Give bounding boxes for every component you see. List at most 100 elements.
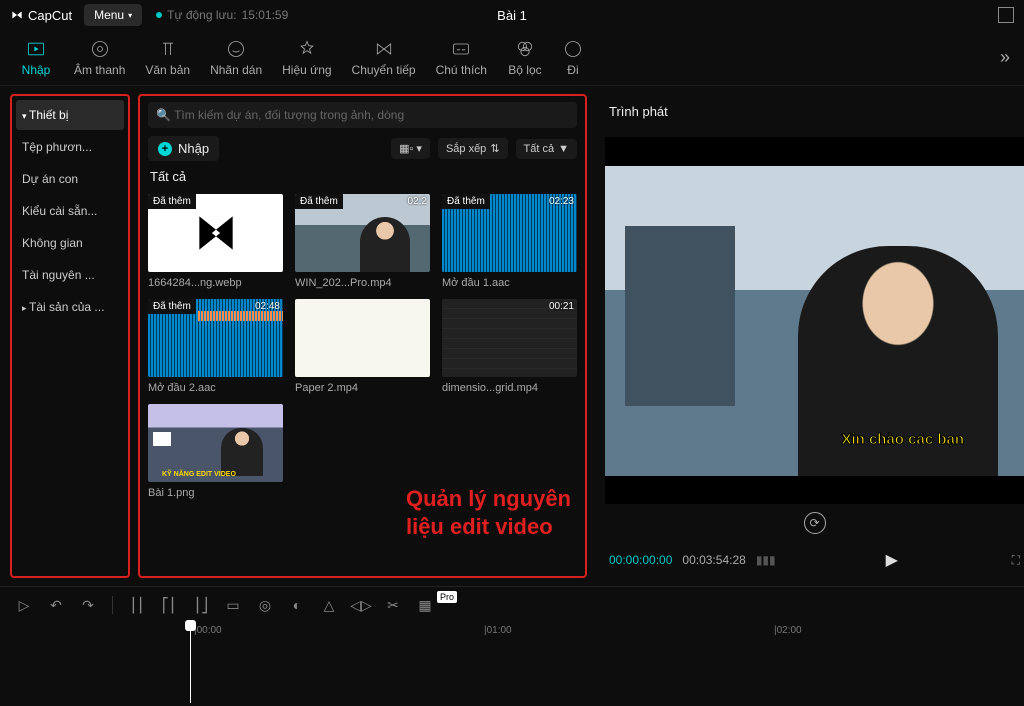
status-dot-icon <box>156 12 162 18</box>
media-name: dimensio...grid.mp4 <box>442 382 577 394</box>
added-badge: Đã thêm <box>148 194 196 209</box>
tab-label: Âm thanh <box>74 63 125 77</box>
time-ruler[interactable]: |00:00 |01:00 |02:00 <box>14 623 1010 643</box>
fullscreen-icon[interactable]: ⛶ <box>1012 553 1020 568</box>
media-item[interactable]: Paper 2.mp4 <box>295 299 430 394</box>
layout-icon[interactable] <box>998 7 1014 23</box>
tab-effect[interactable]: Hiệu ứng <box>272 33 341 83</box>
annotation-line: Quản lý nguyên <box>406 485 571 514</box>
media-name: Mở đầu 2.aac <box>148 382 283 394</box>
timeline: ▷ ↶ ↷ ⎮⎮ ⎡⎮ ⎮⎦ ▭ ◎ ◐ △ ◁▷ ✂ ▦ Pro |00:00… <box>0 586 1024 706</box>
media-item[interactable]: 00:21 dimensio...grid.mp4 <box>442 299 577 394</box>
delete-right-tool[interactable]: ⎮⎦ <box>187 591 215 619</box>
media-item[interactable]: Đã thêm 02:48 Mở đầu 2.aac <box>148 299 283 394</box>
tab-transition[interactable]: Chuyển tiếp <box>342 33 426 83</box>
playhead[interactable] <box>190 623 191 703</box>
media-item[interactable]: Đã thêm 1664284...ng.webp <box>148 194 283 289</box>
menu-label: Menu <box>94 8 124 22</box>
ruler-mark: |01:00 <box>484 625 512 636</box>
preview-controls: 00:00:00:00 00:03:54:28 ▮▮▮ ▶ ⛶ <box>605 542 1024 578</box>
tab-text[interactable]: Văn bản <box>135 33 200 83</box>
added-badge: Đã thêm <box>148 299 196 314</box>
timeline-toolbar: ▷ ↶ ↷ ⎮⎮ ⎡⎮ ⎮⎦ ▭ ◎ ◐ △ ◁▷ ✂ ▦ Pro <box>0 587 1024 623</box>
search-input[interactable]: 🔍 Tìm kiếm dự án, đối tượng trong ảnh, d… <box>148 102 577 128</box>
app-name: CapCut <box>28 8 72 23</box>
adjust-icon <box>563 39 583 59</box>
select-tool[interactable]: ▭ <box>219 591 247 619</box>
import-label: Nhập <box>178 141 209 156</box>
preview-title: Trình phát <box>605 94 1024 137</box>
media-item[interactable]: Đã thêm 02:23 Mở đầu 1.aac <box>442 194 577 289</box>
tab-adjust[interactable]: Đi <box>553 33 593 83</box>
sidebar-item-subproject[interactable]: Dự án con <box>16 164 124 194</box>
preview-panel: Trình phát Xin chào các bạn ⟳ 00:00:00:0… <box>595 86 1024 586</box>
media-item[interactable]: KỸ NĂNG EDIT VIDEO Bài 1.png <box>148 404 283 499</box>
view-mode-button[interactable]: ▦▫ ▾ <box>391 138 430 159</box>
sidebar-item-local[interactable]: Tệp phươn... <box>16 132 124 162</box>
title-bar: CapCut Menu ▾ Tự động lưu: 15:01:59 Bài … <box>0 0 1024 30</box>
sidebar-item-resources[interactable]: Tài nguyên ... <box>16 260 124 290</box>
sidebar-item-device[interactable]: Thiết bị <box>16 100 124 130</box>
delete-left-tool[interactable]: ⎡⎮ <box>155 591 183 619</box>
undo-button[interactable]: ↶ <box>42 591 70 619</box>
tab-sticker[interactable]: Nhãn dán <box>200 33 272 83</box>
sidebar-item-space[interactable]: Không gian <box>16 228 124 258</box>
sticker-icon <box>226 39 246 59</box>
tab-label: Nhãn dán <box>210 63 262 77</box>
annotation-line: liệu edit video <box>406 513 571 542</box>
tab-label: Bộ lọc <box>508 63 541 77</box>
more-tabs-button[interactable]: » <box>994 41 1016 74</box>
sort-button[interactable]: Sắp xếp ⇅ <box>438 138 508 159</box>
video-subtitle: Xin chào các bạn <box>841 431 964 448</box>
split-tool[interactable]: ⎮⎮ <box>123 591 151 619</box>
tab-label: Chuyển tiếp <box>352 63 416 77</box>
media-name: WIN_202...Pro.mp4 <box>295 277 430 289</box>
pointer-tool[interactable]: ▷ <box>10 591 38 619</box>
freeze-tool[interactable]: ▦ <box>411 591 439 619</box>
tab-import[interactable]: Nhập <box>8 33 64 83</box>
duration-label: 02:48 <box>255 301 280 312</box>
tab-label: Chú thích <box>436 63 487 77</box>
added-badge: Đã thêm <box>295 194 343 209</box>
tab-label: Nhập <box>22 63 51 77</box>
ruler-mark: |00:00 <box>194 625 222 636</box>
preview-viewport[interactable]: Xin chào các bạn <box>605 137 1024 504</box>
time-total: 00:03:54:28 <box>682 553 745 567</box>
text-icon <box>158 39 178 59</box>
speed-tool[interactable]: ◐ <box>283 591 311 619</box>
duration-label: 02:23 <box>549 196 574 207</box>
tab-audio[interactable]: Âm thanh <box>64 33 135 83</box>
tab-caption[interactable]: Chú thích <box>426 33 497 83</box>
filter-label: Tất cả <box>524 143 555 155</box>
sidebar-item-assets[interactable]: Tài sản của ... <box>16 292 124 322</box>
media-item[interactable]: Đã thêm 02:2 WIN_202...Pro.mp4 <box>295 194 430 289</box>
capcut-icon <box>10 8 24 22</box>
import-button[interactable]: + Nhập <box>148 136 219 161</box>
app-logo: CapCut <box>10 8 72 23</box>
reverse-tool[interactable]: △ <box>315 591 343 619</box>
redo-button[interactable]: ↷ <box>74 591 102 619</box>
menu-button[interactable]: Menu ▾ <box>84 4 142 26</box>
section-title: Tất cả <box>150 169 577 184</box>
autosave-prefix: Tự động lưu: <box>167 8 236 22</box>
target-tool[interactable]: ◎ <box>251 591 279 619</box>
play-button[interactable]: ▶ <box>886 550 898 570</box>
effect-icon <box>297 39 317 59</box>
volume-meter-icon: ▮▮▮ <box>756 553 776 567</box>
autosave-time: 15:01:59 <box>242 8 289 22</box>
plus-icon: + <box>158 142 172 156</box>
autosave-status: Tự động lưu: 15:01:59 <box>156 8 288 22</box>
media-name: Bài 1.png <box>148 487 283 499</box>
filter-all-button[interactable]: Tất cả ▼ <box>516 139 577 159</box>
search-placeholder: Tìm kiếm dự án, đối tượng trong ảnh, dòn… <box>174 108 404 122</box>
ruler-mark: |02:00 <box>774 625 802 636</box>
mirror-tool[interactable]: ◁▷ <box>347 591 375 619</box>
sidebar-item-preset[interactable]: Kiểu cài sẵn... <box>16 196 124 226</box>
project-title: Bài 1 <box>497 8 527 23</box>
source-tabs: Nhập Âm thanh Văn bản Nhãn dán Hiệu ứng … <box>0 30 1024 86</box>
tab-label: Văn bản <box>145 63 190 77</box>
sync-icon[interactable]: ⟳ <box>804 512 826 534</box>
crop-tool[interactable]: ✂ <box>379 591 407 619</box>
tab-filter[interactable]: Bộ lọc <box>497 33 553 83</box>
chevron-down-icon: ▾ <box>128 11 132 20</box>
